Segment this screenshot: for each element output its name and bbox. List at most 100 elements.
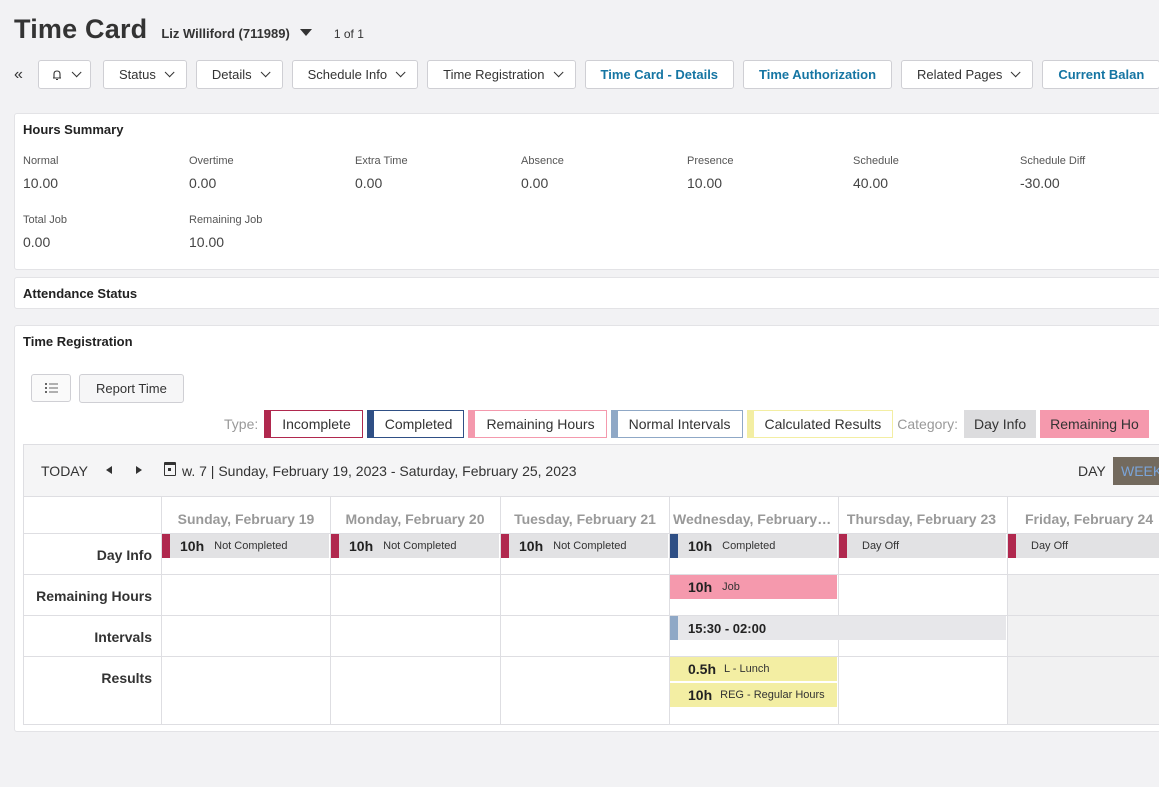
chevron-down-icon [395,67,406,78]
metric-total-job: Total Job 0.00 [23,214,67,250]
status-bar [1008,534,1016,558]
day-info-chip[interactable]: 10h Not Completed [331,534,499,558]
chip-hours: 10h [688,538,713,554]
time-registration-title: Time Registration [23,334,133,349]
category-remaining-hours: Remaining Ho [1040,410,1149,438]
legend-calculated-results: Calculated Results [746,410,894,438]
page-header: Time Card Liz Williford (711989) 1 of 1 [14,14,364,50]
related-pages-menu-button[interactable]: Related Pages [901,60,1034,89]
chevron-down-icon [1010,67,1021,78]
interval-chip[interactable]: 15:30 - 02:00 [670,616,1006,640]
chevron-down-icon [260,67,271,78]
calendar-icon[interactable] [164,462,176,476]
day-column-header[interactable]: Sunday, February 19 [165,511,327,527]
day-info-chip[interactable]: Day Off [1008,534,1159,558]
day-info-chip[interactable]: Day Off [839,534,1006,558]
row-label-results: Results [101,670,152,686]
time-registration-menu-button[interactable]: Time Registration [427,60,576,89]
metric-absence: Absence 0.00 [521,155,564,191]
chip-status: Completed [722,540,776,552]
status-bar [331,534,339,558]
double-chevron-left-icon[interactable]: « [14,66,34,84]
chip-label: L - Lunch [724,663,770,675]
status-bar [670,534,678,558]
day-column-header[interactable]: Monday, February 20 [334,511,496,527]
today-button[interactable]: TODAY [41,463,88,479]
list-icon [44,383,58,393]
details-menu-button[interactable]: Details [195,60,283,89]
metric-schedule-diff: Schedule Diff -30.00 [1020,155,1085,191]
metric-value: 10.00 [189,234,225,250]
list-view-button[interactable] [31,374,71,402]
day-info-chip[interactable]: 10h Completed [670,534,837,558]
time-card-details-button[interactable]: Time Card - Details [584,60,735,89]
result-chip[interactable]: 10h REG - Regular Hours [670,683,837,707]
bell-menu-button[interactable] [38,60,91,89]
chip-label: Job [722,581,740,593]
day-column-header[interactable]: Friday, February 24 [1011,511,1159,527]
column-divider [838,497,839,724]
details-label: Details [211,67,252,82]
schedule-info-menu-button[interactable]: Schedule Info [291,60,419,89]
chip-hours: 10h [349,538,374,554]
hours-summary-panel: Hours Summary Normal 10.00 Overtime 0.00… [14,113,1159,270]
metric-value: 10.00 [687,175,723,191]
metric-label: Schedule Diff [1020,155,1086,167]
chip-hours: 10h [688,579,713,595]
status-label: Status [119,67,156,82]
report-time-button[interactable]: Report Time [79,374,184,403]
metric-label: Presence [687,155,734,167]
metric-value: 0.00 [189,175,217,191]
legend-incomplete: Incomplete [264,410,363,438]
day-column-header[interactable]: Tuesday, February 21 [504,511,666,527]
legend-normal-intervals: Normal Intervals [610,410,743,438]
chip-status: Not Completed [553,540,627,552]
row-label-intervals: Intervals [94,629,152,645]
result-chip[interactable]: 0.5h L - Lunch [670,657,837,681]
metric-label: Absence [521,155,564,167]
attendance-status-panel[interactable]: Attendance Status [14,277,1159,309]
metric-value: 0.00 [23,234,51,250]
time-authorization-button[interactable]: Time Authorization [743,60,893,89]
chip-hours: 10h [180,538,205,554]
employee-selector[interactable]: Liz Williford (711989) [161,26,289,41]
schedule-info-label: Schedule Info [307,67,388,82]
metric-value: -30.00 [1020,175,1060,191]
metric-label: Schedule [853,155,899,167]
next-week-icon[interactable] [136,466,142,474]
current-balances-button[interactable]: Current Balan [1042,60,1159,89]
chip-hours: 10h [688,687,713,703]
attendance-status-title: Attendance Status [23,286,138,301]
metric-label: Total Job [23,214,68,226]
related-pages-label: Related Pages [917,67,1003,82]
chip-status: Day Off [862,540,900,552]
record-count: 1 of 1 [333,27,364,41]
day-info-chip[interactable]: 10h Not Completed [501,534,668,558]
chip-status: Day Off [1031,540,1069,552]
metric-label: Overtime [189,155,234,167]
day-info-chip[interactable]: 10h Not Completed [162,534,329,558]
legend-completed: Completed [366,410,465,438]
category-label: Category: [897,416,958,432]
metric-value: 0.00 [521,175,549,191]
day-column-header[interactable]: Wednesday, February 22 [673,511,832,527]
chip-status: Not Completed [214,540,288,552]
metric-extra-time: Extra Time 0.00 [355,155,408,191]
previous-week-icon[interactable] [106,466,112,474]
day-view-button[interactable]: DAY [1078,463,1106,479]
status-bar [162,534,170,558]
row-label-remaining-hours: Remaining Hours [36,588,152,604]
column-divider [161,497,162,724]
column-divider [330,497,331,724]
time-registration-label: Time Registration [443,67,545,82]
week-range: w. 7 | Sunday, February 19, 2023 - Satur… [182,463,577,479]
chip-label: REG - Regular Hours [720,689,825,701]
metric-value: 10.00 [23,175,59,191]
remaining-hours-row [24,575,1159,616]
week-view-button[interactable]: WEEK [1113,457,1159,485]
day-column-header[interactable]: Thursday, February 23 [842,511,1001,527]
caret-down-icon[interactable] [299,29,312,36]
status-menu-button[interactable]: Status [103,60,187,89]
metric-value: 0.00 [355,175,383,191]
remaining-hours-chip[interactable]: 10h Job [670,575,837,599]
